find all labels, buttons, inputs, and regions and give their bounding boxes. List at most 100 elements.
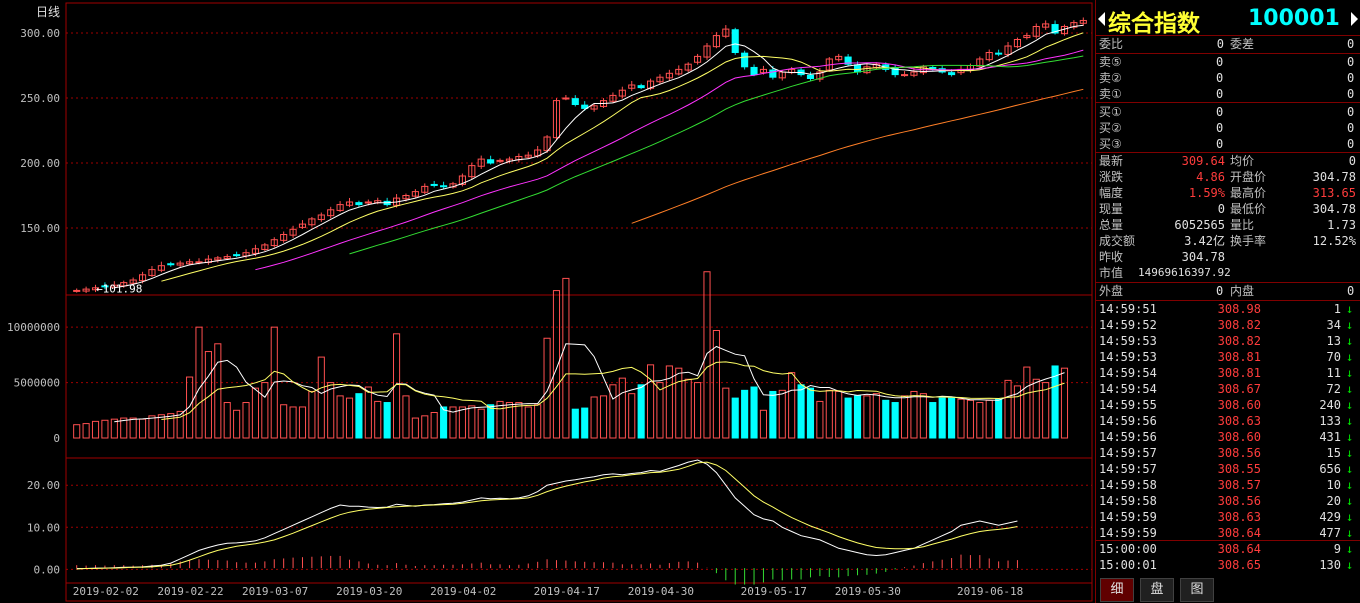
- volume-bar: [675, 367, 683, 439]
- tick-volume: 11: [1326, 366, 1341, 380]
- tick-row: 14:59:58 308.57 10 ↓: [1096, 477, 1359, 493]
- volume-bar: [223, 402, 231, 439]
- volume-bar: [289, 406, 297, 439]
- tick-time: 14:59:59: [1099, 510, 1157, 524]
- down-arrow-icon: ↓: [1346, 430, 1354, 444]
- tick-time: 14:59:54: [1099, 382, 1157, 396]
- tick-volume: 477: [1319, 526, 1341, 540]
- macd-tick-label: 20.00: [27, 479, 60, 492]
- candle-body: [73, 289, 81, 292]
- volume-bar: [976, 402, 984, 439]
- down-arrow-icon: ↓: [1346, 526, 1354, 540]
- divider: [1096, 540, 1360, 541]
- tab-detail[interactable]: 细: [1100, 578, 1134, 602]
- volume-bar: [1004, 379, 1012, 439]
- buy-row: 买② 0 0: [1096, 120, 1359, 136]
- stat-value: 1.59%: [1188, 186, 1225, 200]
- volume-bar: [534, 404, 542, 439]
- outer-inner-row: 外盘 0 内盘 0: [1096, 283, 1359, 299]
- volume-bar: [374, 400, 382, 439]
- volume-bar: [233, 409, 241, 439]
- tick-price: 308.67: [1217, 382, 1261, 396]
- volume-bar: [684, 378, 692, 439]
- tab-orderbook[interactable]: 盘: [1140, 578, 1174, 602]
- weicha-value: 0: [1347, 37, 1355, 51]
- volume-bar: [477, 408, 485, 439]
- candle-body: [750, 66, 758, 76]
- buy-row: 买③ 0 0: [1096, 136, 1359, 152]
- down-arrow-icon: ↓: [1346, 398, 1354, 412]
- tick-volume: 70: [1326, 350, 1341, 364]
- sell-label: 卖⑤: [1099, 55, 1122, 69]
- volume-bar: [571, 408, 579, 439]
- sell-volume: 0: [1347, 87, 1355, 101]
- date-tick-label: 2019-02-22: [157, 585, 223, 598]
- volume-bar: [759, 409, 768, 439]
- candle-body: [167, 263, 175, 266]
- stat-row: 市值 14969616397.92: [1096, 265, 1359, 281]
- buy-label: 买①: [1099, 105, 1122, 119]
- volume-bar: [402, 395, 410, 439]
- tick-price: 308.81: [1217, 366, 1261, 380]
- volume-bar: [628, 393, 636, 439]
- ma-line: [255, 49, 1084, 271]
- ma-line: [349, 55, 1084, 255]
- volume-bar: [298, 406, 307, 439]
- stat-value: 0: [1348, 154, 1356, 168]
- volume-bar: [816, 400, 824, 439]
- volume-bar: [138, 418, 147, 439]
- candle-body: [233, 254, 241, 257]
- down-arrow-icon: ↓: [1346, 446, 1354, 460]
- volume-bar: [900, 395, 909, 439]
- volume-bar: [496, 400, 504, 439]
- candle-body: [430, 183, 438, 186]
- candle-body: [853, 64, 862, 73]
- volume-bar: [769, 390, 777, 439]
- kline-chart-svg[interactable]: 300.00 250.00 200.00 150.00 日线 ←101.98 1000000…: [0, 0, 1093, 603]
- volume-bar: [242, 402, 250, 439]
- tick-row: 14:59:59 308.63 429 ↓: [1096, 509, 1359, 525]
- tick-price: 308.82: [1217, 318, 1261, 332]
- volume-bar: [383, 402, 391, 439]
- volume-ma-line: [161, 361, 1065, 420]
- tab-chart[interactable]: 图: [1180, 578, 1214, 602]
- sell-price: 0: [1216, 87, 1224, 101]
- volume-bar: [157, 414, 165, 439]
- volume-bar: [750, 386, 758, 439]
- tick-volume: 133: [1319, 414, 1341, 428]
- volume-tick-label: 10000000: [7, 321, 60, 334]
- volume-bar: [995, 398, 1003, 439]
- volume-bar: [646, 364, 655, 439]
- panel-tab-bar: 细 盘 图: [1096, 576, 1360, 603]
- stat-row: 现量 0 最低价 304.78: [1096, 201, 1359, 217]
- prev-stock-icon[interactable]: [1098, 12, 1105, 26]
- stat-label: 量比: [1230, 218, 1255, 232]
- sell-volume: 0: [1347, 71, 1355, 85]
- weicha-label: 委差: [1230, 37, 1255, 51]
- buy-volume: 0: [1347, 105, 1355, 119]
- stat-label: 均价: [1230, 154, 1255, 168]
- stat-value: 0: [1217, 202, 1225, 216]
- tick-time: 14:59:52: [1099, 318, 1157, 332]
- next-stock-icon[interactable]: [1351, 12, 1358, 26]
- candle-body: [929, 66, 937, 69]
- volume-bar: [167, 413, 175, 439]
- volume-bar: [364, 386, 372, 439]
- tick-volume: 15: [1326, 446, 1341, 460]
- candle-body: [637, 85, 645, 89]
- stat-label: 涨跌: [1099, 170, 1124, 184]
- candle-body: [741, 52, 749, 68]
- stat-value: 3.42亿: [1184, 234, 1225, 248]
- volume-bar: [421, 415, 429, 439]
- volume-bar: [129, 417, 137, 439]
- stat-label: 换手率: [1230, 234, 1267, 248]
- tick-row: 14:59:55 308.60 240 ↓: [1096, 397, 1359, 413]
- stat-row: 涨跌 4.86 开盘价 304.78: [1096, 169, 1359, 185]
- tick-time: 14:59:53: [1099, 350, 1157, 364]
- kline-chart-area[interactable]: 300.00 250.00 200.00 150.00 日线 ←101.98 1000000…: [0, 0, 1093, 603]
- volume-bar: [590, 396, 598, 439]
- volume-bar: [694, 382, 702, 439]
- ma-line: [114, 24, 1084, 289]
- volume-bar: [355, 393, 363, 439]
- buy-label: 买③: [1099, 137, 1122, 151]
